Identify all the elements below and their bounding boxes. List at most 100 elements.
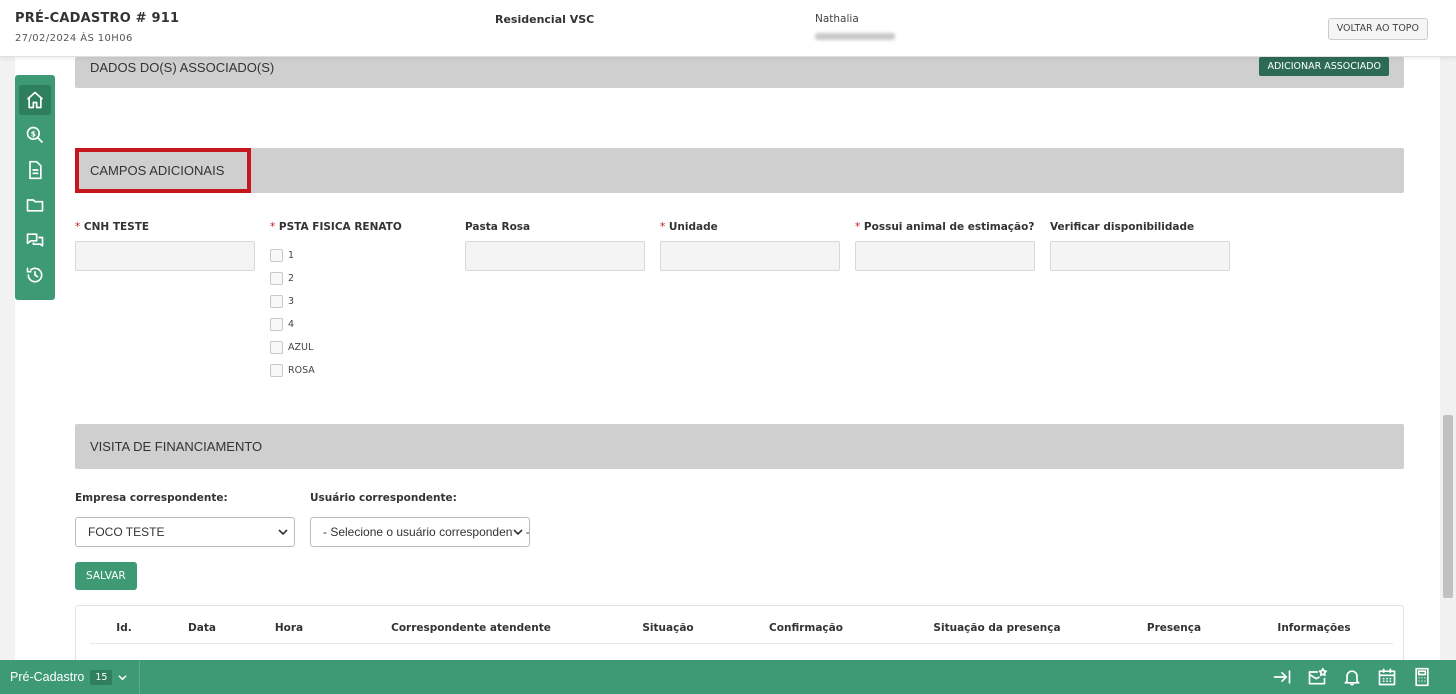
sidebar: $ bbox=[15, 75, 55, 300]
required-mark: * bbox=[855, 221, 861, 233]
psta-label-text: PSTA FISICA RENATO bbox=[278, 221, 402, 233]
required-mark: * bbox=[660, 221, 666, 233]
page-header: PRÉ-CADASTRO # 911 27/02/2024 ÀS 10H06 R… bbox=[0, 0, 1456, 57]
cnh-label-text: CNH TESTE bbox=[83, 221, 150, 233]
sidebar-item-folders[interactable] bbox=[19, 190, 51, 220]
save-button[interactable]: SALVAR bbox=[75, 562, 137, 590]
visita-section-title: VISITA DE FINANCIAMENTO bbox=[90, 439, 263, 454]
unidade-label-text: Unidade bbox=[668, 221, 718, 233]
calendar-icon bbox=[1378, 668, 1396, 686]
bell-icon bbox=[1344, 670, 1360, 686]
checkbox[interactable] bbox=[270, 295, 283, 308]
psta-label: * PSTA FISICA RENATO bbox=[270, 221, 402, 233]
psta-option-3[interactable]: 3 bbox=[270, 295, 294, 308]
blurred-phone bbox=[815, 33, 895, 40]
checkbox[interactable] bbox=[270, 341, 283, 354]
folder-icon bbox=[26, 199, 44, 212]
unidade-label: * Unidade bbox=[660, 221, 718, 233]
psta-option-1[interactable]: 1 bbox=[270, 249, 294, 262]
pre-cadastro-tab-label: Pré-Cadastro bbox=[10, 670, 85, 684]
calendar-button[interactable] bbox=[1377, 667, 1397, 687]
campos-adicionais-section-title: CAMPOS ADICIONAIS bbox=[90, 163, 225, 178]
psta-option-rosa[interactable]: ROSA bbox=[270, 364, 315, 377]
animal-label-text: Possui animal de estimação? bbox=[863, 221, 1035, 233]
mail-star-icon bbox=[1308, 667, 1327, 685]
table-header-informacoes[interactable]: Informações bbox=[1277, 622, 1350, 634]
cnh-label: * CNH TESTE bbox=[75, 221, 149, 233]
table-header-hora[interactable]: Hora bbox=[275, 622, 303, 634]
dollar-search-icon: $ bbox=[26, 126, 44, 144]
svg-text:$: $ bbox=[31, 129, 36, 138]
calculator-button[interactable] bbox=[1412, 667, 1432, 687]
usuario-select-value: - Selecione o usuário correspondente - bbox=[323, 525, 530, 539]
notifications-button[interactable] bbox=[1342, 667, 1362, 687]
chat-icon bbox=[26, 233, 44, 247]
visita-section-header: VISITA DE FINANCIAMENTO bbox=[75, 424, 1404, 469]
checkbox[interactable] bbox=[270, 272, 283, 285]
page-date: 27/02/2024 ÀS 10H06 bbox=[15, 33, 133, 44]
disponibilidade-label: Verificar disponibilidade bbox=[1050, 221, 1195, 233]
required-mark: * bbox=[270, 221, 276, 233]
table-header-situacao-presenca[interactable]: Situação da presença bbox=[933, 622, 1060, 634]
page-scrollbar[interactable] bbox=[1440, 0, 1456, 660]
checkbox-label: 2 bbox=[288, 273, 295, 284]
checkbox[interactable] bbox=[270, 249, 283, 262]
document-icon bbox=[29, 160, 42, 180]
table-header-situacao[interactable]: Situação bbox=[642, 622, 693, 634]
checkbox-label: AZUL bbox=[288, 342, 314, 353]
table-header-divider bbox=[90, 643, 1393, 644]
chevron-down-icon bbox=[513, 527, 523, 537]
empresa-label: Empresa correspondente: bbox=[75, 492, 228, 504]
table-header-confirmacao[interactable]: Confirmação bbox=[769, 622, 843, 634]
back-to-top-button[interactable]: VOLTAR AO TOPO bbox=[1327, 18, 1428, 40]
scrollbar-thumb[interactable] bbox=[1443, 415, 1453, 598]
animal-input[interactable] bbox=[855, 241, 1035, 271]
animal-label: * Possui animal de estimação? bbox=[855, 221, 1034, 233]
calculator-icon bbox=[1415, 667, 1429, 687]
table-header-id[interactable]: Id. bbox=[116, 622, 131, 634]
disponibilidade-input[interactable] bbox=[1050, 241, 1230, 271]
pasta-rosa-label: Pasta Rosa bbox=[465, 221, 531, 233]
campos-adicionais-section-header: CAMPOS ADICIONAIS bbox=[75, 148, 1404, 193]
psta-option-4[interactable]: 4 bbox=[270, 318, 294, 331]
associados-section-title: DADOS DO(S) ASSOCIADO(S) bbox=[90, 60, 275, 75]
psta-option-2[interactable]: 2 bbox=[270, 272, 294, 285]
visitas-table: Id. Data Hora Correspondente atendente S… bbox=[75, 605, 1404, 665]
table-header-presenca[interactable]: Presença bbox=[1147, 622, 1201, 634]
table-header-correspondente[interactable]: Correspondente atendente bbox=[391, 622, 551, 634]
pre-cadastro-tab[interactable]: Pré-Cadastro 15 bbox=[0, 660, 140, 694]
sidebar-item-financial-search[interactable]: $ bbox=[19, 120, 51, 150]
sidebar-item-home[interactable] bbox=[19, 85, 51, 115]
required-mark: * bbox=[75, 221, 81, 233]
usuario-select[interactable]: - Selecione o usuário correspondente - bbox=[310, 517, 530, 547]
usuario-label: Usuário correspondente: bbox=[310, 492, 457, 504]
pasta-rosa-input[interactable] bbox=[465, 241, 645, 271]
add-associado-button[interactable]: ADICIONAR ASSOCIADO bbox=[1259, 57, 1389, 76]
checkbox-label: 3 bbox=[288, 296, 295, 307]
sidebar-item-documents[interactable] bbox=[19, 155, 51, 185]
checkbox-label: 4 bbox=[288, 319, 295, 330]
sidebar-item-history[interactable] bbox=[19, 260, 51, 290]
checkbox[interactable] bbox=[270, 364, 283, 377]
page-title: PRÉ-CADASTRO # 911 bbox=[15, 11, 180, 26]
arrow-to-right-button[interactable] bbox=[1272, 667, 1292, 687]
home-icon bbox=[26, 91, 44, 109]
checkbox[interactable] bbox=[270, 318, 283, 331]
psta-option-azul[interactable]: AZUL bbox=[270, 341, 313, 354]
history-icon bbox=[26, 267, 43, 283]
mail-star-button[interactable] bbox=[1307, 667, 1327, 687]
sidebar-item-chat[interactable] bbox=[19, 225, 51, 255]
unidade-input[interactable] bbox=[660, 241, 840, 271]
table-header-data[interactable]: Data bbox=[188, 622, 216, 634]
checkbox-label: ROSA bbox=[288, 365, 315, 376]
associados-section-header: DADOS DO(S) ASSOCIADO(S) ADICIONAR ASSOC… bbox=[75, 57, 1404, 88]
empresa-select-value: FOCO TESTE bbox=[88, 525, 165, 539]
user-name: Nathalia bbox=[815, 13, 859, 25]
chevron-down-icon bbox=[278, 529, 288, 536]
empresa-select[interactable]: FOCO TESTE bbox=[75, 517, 295, 547]
pre-cadastro-count-badge: 15 bbox=[90, 669, 113, 685]
chevron-down-icon bbox=[118, 674, 128, 680]
bottom-bar: Pré-Cadastro 15 bbox=[0, 660, 1456, 694]
checkbox-label: 1 bbox=[288, 250, 295, 261]
cnh-input[interactable] bbox=[75, 241, 255, 271]
